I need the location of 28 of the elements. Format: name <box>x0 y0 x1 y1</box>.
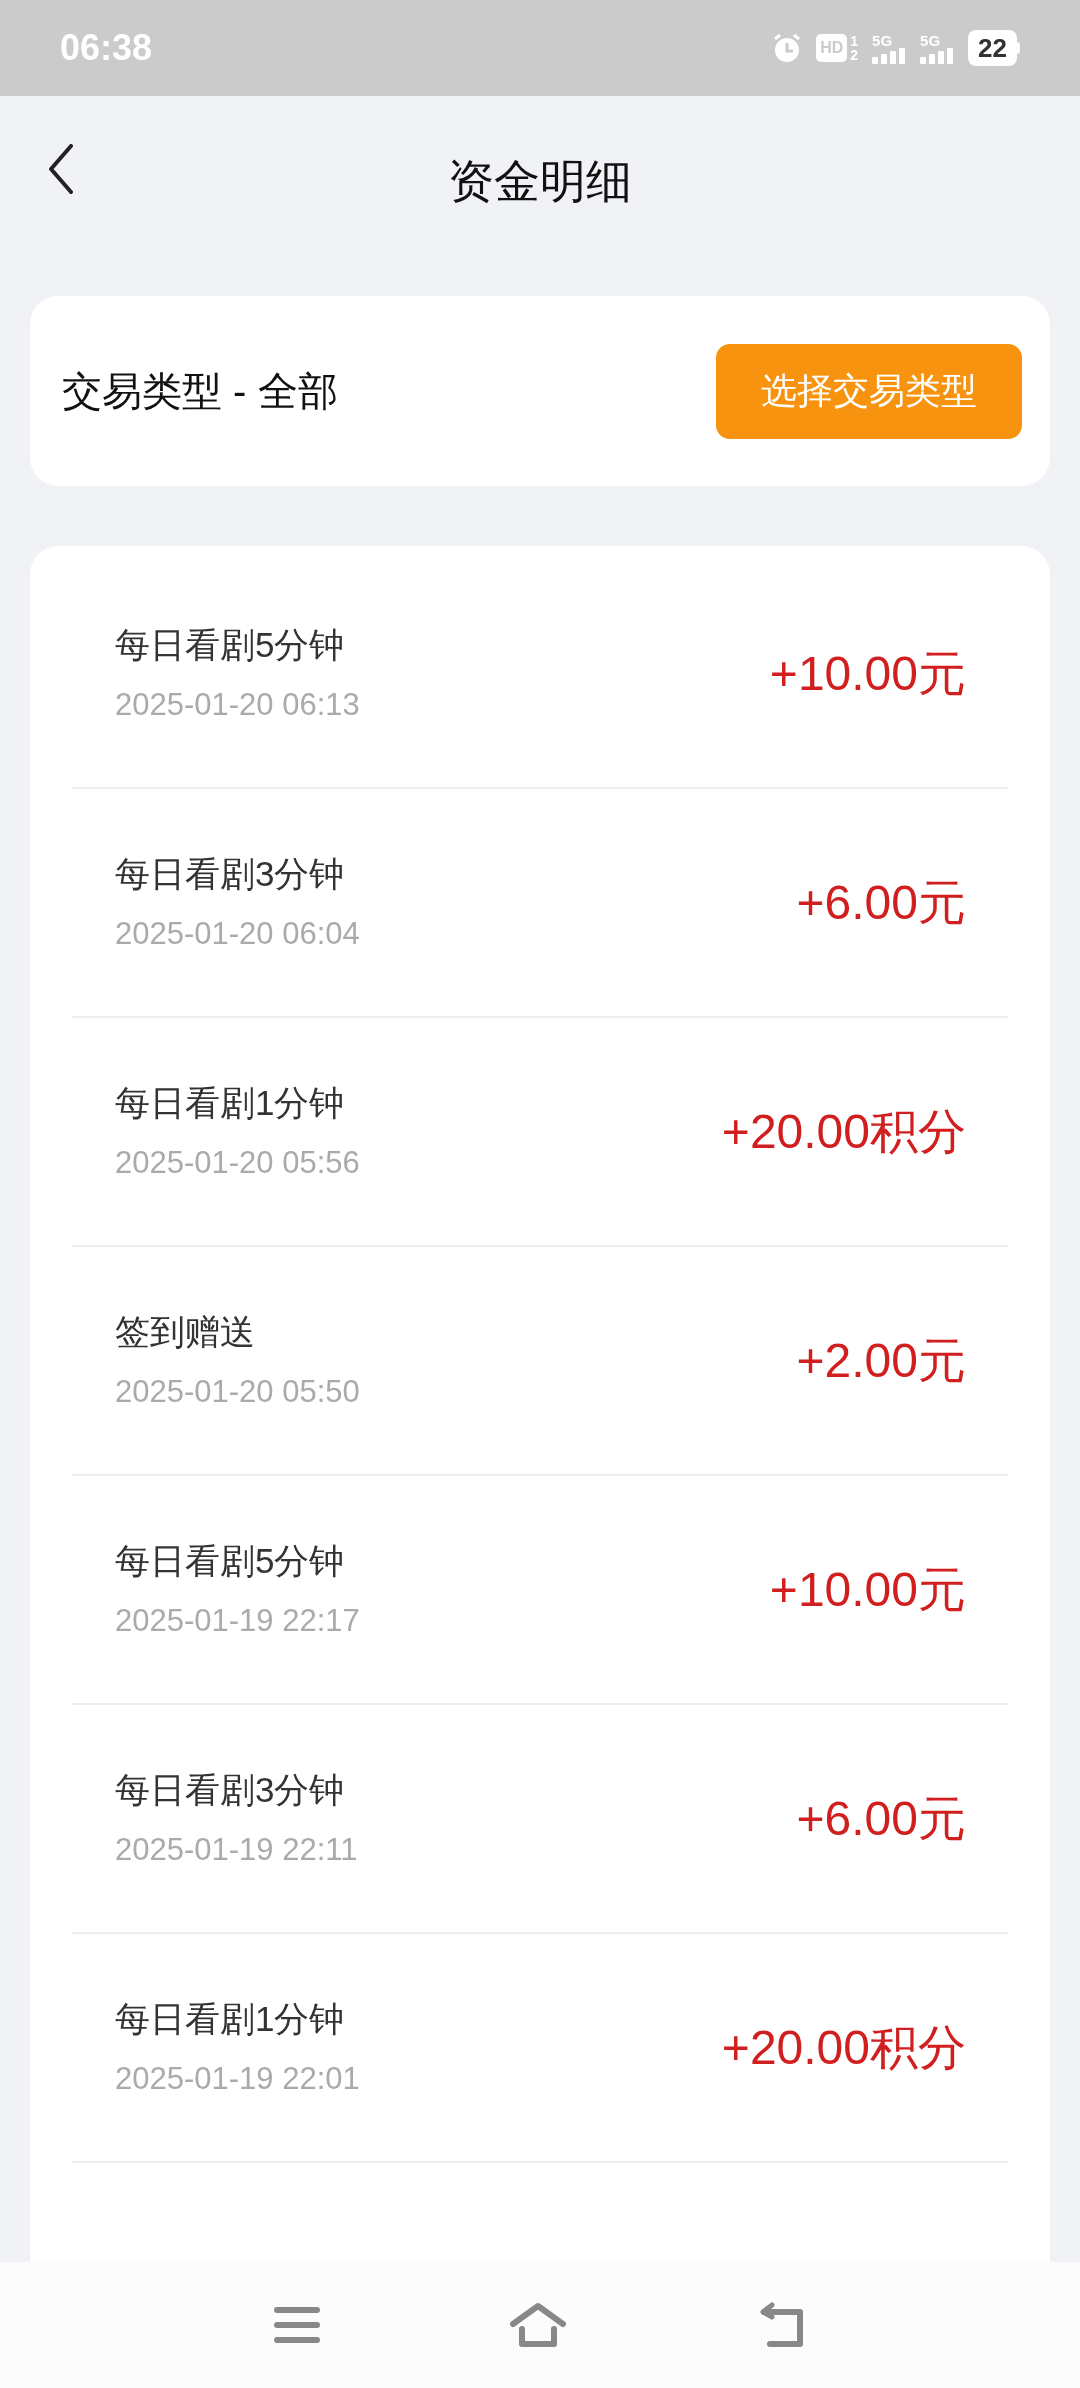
transaction-amount: +6.00元 <box>796 1790 966 1847</box>
transaction-title: 每日看剧5分钟 <box>115 1540 346 1582</box>
transaction-amount: +10.00元 <box>769 1561 966 1618</box>
transaction-time: 2025-01-20 06:04 <box>115 914 360 953</box>
transaction-time: 2025-01-20 06:13 <box>115 685 360 724</box>
transaction-title: 每日看剧5分钟 <box>115 624 346 666</box>
transaction-time: 2025-01-20 05:56 <box>115 1143 360 1182</box>
transaction-title: 每日看剧1分钟 <box>115 1082 346 1124</box>
transaction-amount: +20.00积分 <box>721 2019 966 2076</box>
home-icon <box>509 2302 567 2348</box>
transaction-time: 2025-01-19 22:01 <box>115 2059 360 2098</box>
transaction-amount: +2.00元 <box>796 1332 966 1389</box>
transaction-amount: +10.00元 <box>769 645 966 702</box>
transaction-title: 每日看剧3分钟 <box>115 1769 346 1811</box>
alarm-icon <box>772 33 803 63</box>
filter-label: 交易类型 - 全部 <box>62 368 338 415</box>
transaction-time: 2025-01-19 22:17 <box>115 1601 360 1640</box>
transaction-title: 每日看剧3分钟 <box>115 853 346 895</box>
transaction-title: 每日看剧1分钟 <box>115 1998 346 2040</box>
menu-icon <box>274 2306 321 2344</box>
page-title: 资金明细 <box>448 153 632 209</box>
transaction-time: 2025-01-19 22:11 <box>115 1830 358 1869</box>
battery-level: 22 <box>968 30 1017 66</box>
transaction-time: 2025-01-20 05:50 <box>115 1372 360 1411</box>
select-type-button[interactable]: 选择交易类型 <box>716 343 1022 439</box>
transaction-title: 签到赠送 <box>115 1311 256 1353</box>
transaction-amount: +6.00元 <box>796 874 966 931</box>
transaction-amount: +20.00积分 <box>721 1103 966 1160</box>
